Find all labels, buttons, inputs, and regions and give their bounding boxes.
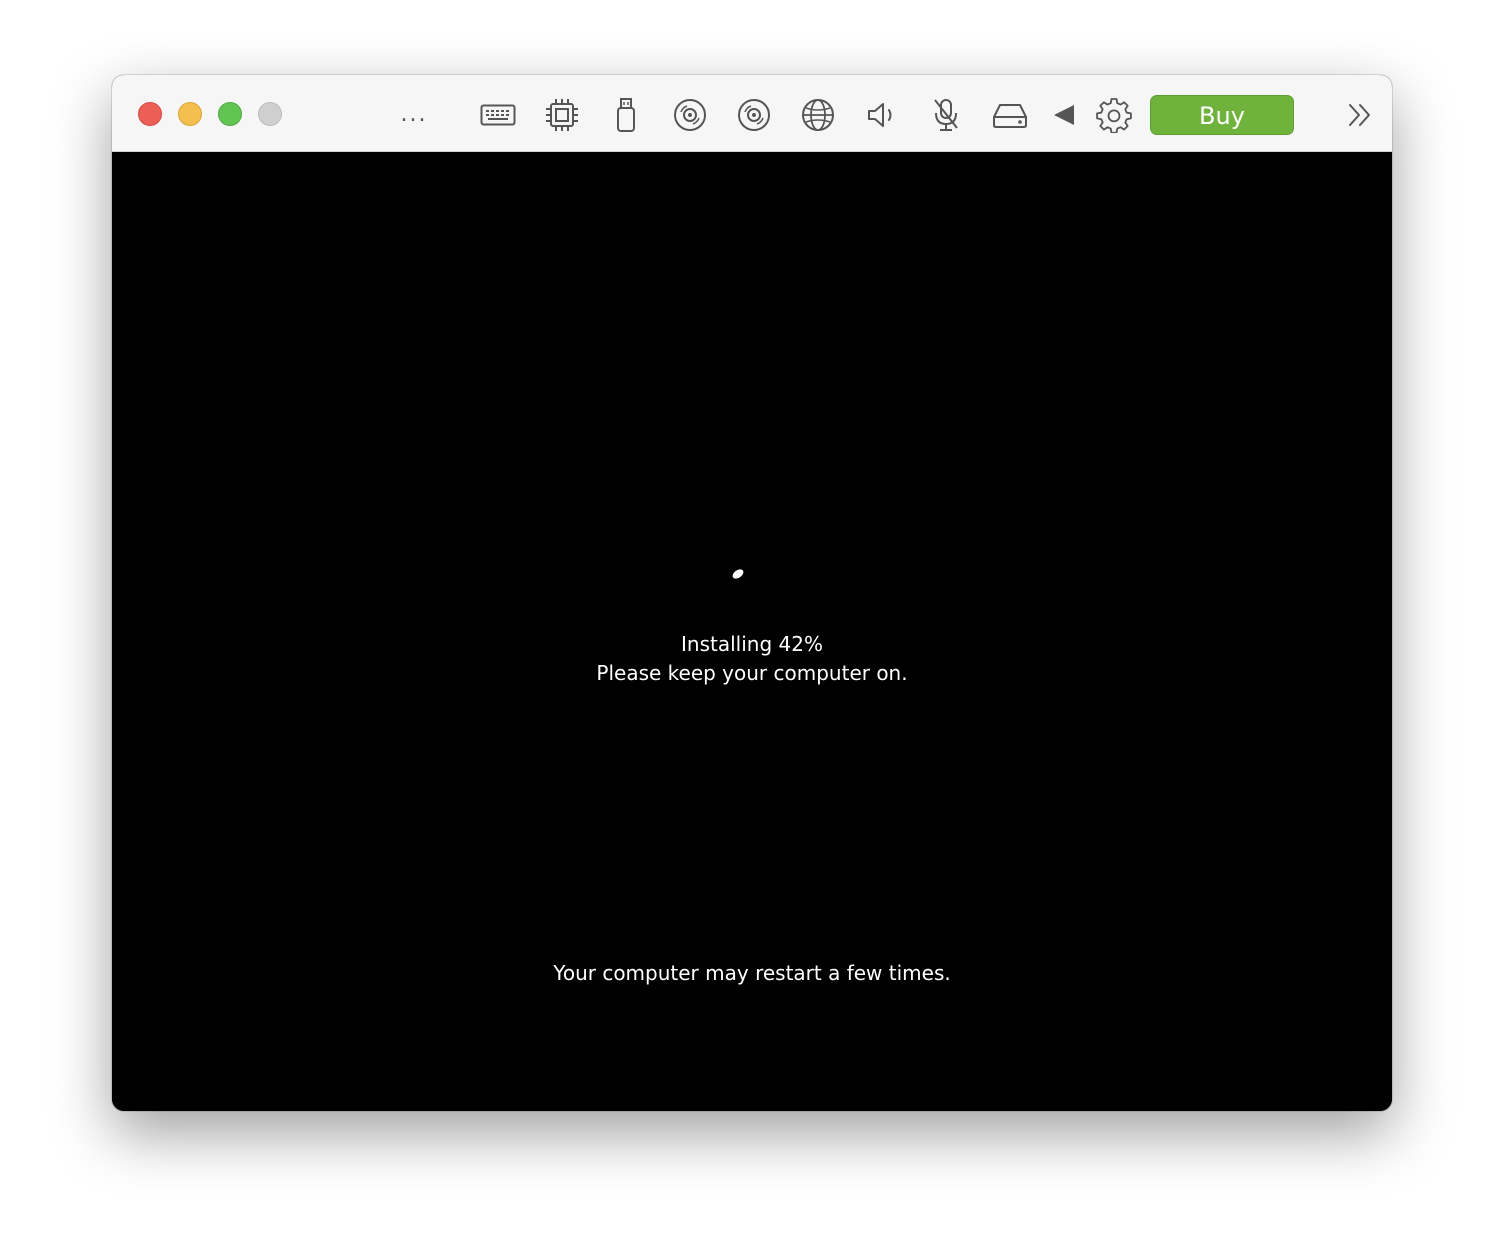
microphone-button[interactable] [926, 95, 966, 135]
microphone-muted-icon [934, 99, 958, 131]
settings-button[interactable] [1094, 95, 1134, 135]
vm-screen[interactable]: Installing 42% Please keep your computer… [112, 152, 1392, 1111]
fullscreen-button[interactable] [258, 102, 282, 126]
dvd-icon [738, 99, 770, 131]
speaker-icon [868, 103, 892, 127]
zoom-button[interactable] [218, 102, 242, 126]
cpu-button[interactable] [542, 95, 582, 135]
title-bar: ... Buy [112, 75, 1392, 152]
double-chevron-icon [1349, 104, 1370, 126]
keyboard-button[interactable] [478, 95, 518, 135]
hard-drive-icon [993, 104, 1027, 128]
usb-icon [617, 98, 635, 132]
sound-button[interactable] [862, 95, 902, 135]
buy-button[interactable]: Buy [1150, 95, 1294, 135]
keyboard-icon [480, 104, 516, 126]
network-button[interactable] [798, 95, 838, 135]
close-button[interactable] [138, 102, 162, 126]
dvd-button[interactable] [734, 95, 774, 135]
cd-icon [674, 99, 706, 131]
gear-icon [1096, 98, 1132, 133]
cpu-icon [546, 99, 578, 131]
loading-spinner-icon [732, 569, 744, 579]
expand-toolbar-button[interactable] [1340, 95, 1380, 135]
minimize-button[interactable] [178, 102, 202, 126]
restart-notice-text: Your computer may restart a few times. [553, 961, 951, 985]
network-icon [802, 99, 834, 131]
back-button[interactable] [1044, 95, 1084, 135]
usb-button[interactable] [606, 95, 646, 135]
installing-progress-text: Installing 42% [681, 632, 823, 656]
back-arrow-icon [1054, 105, 1074, 125]
vm-window: ... Buy Installing 42% Please keep your … [112, 75, 1392, 1111]
more-button[interactable]: ... [396, 97, 432, 133]
hard-drive-button[interactable] [990, 95, 1030, 135]
keep-computer-on-text: Please keep your computer on. [596, 661, 908, 685]
cd-button[interactable] [670, 95, 710, 135]
